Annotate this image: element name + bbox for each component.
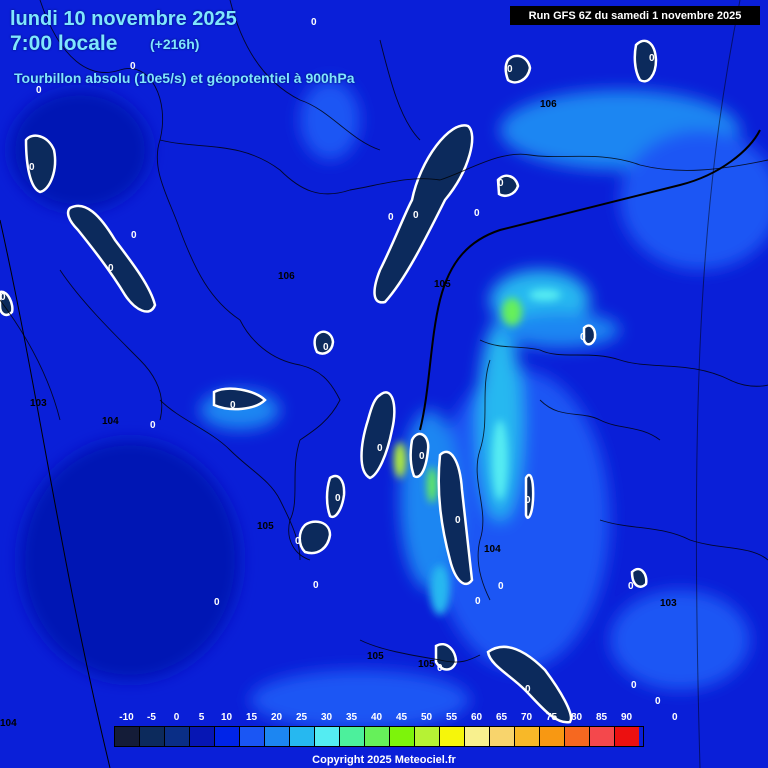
geopotential-label: 105 [367,651,384,662]
model-run-label: Run GFS 6Z du samedi 1 novembre 2025 [510,6,760,25]
geopotential-label: 104 [102,416,119,427]
color-legend: -10 -5 0 5 10 15 20 25 30 35 40 45 50 55 60 65 70 75 80 85 9… [114,712,644,747]
contour-label: 0 [474,208,480,219]
legend-swatch [265,727,290,746]
contour-label: 0 [413,210,419,221]
contour-label: 0 [323,342,329,353]
contour-label: 0 [525,495,531,506]
contour-label: 0 [311,17,317,28]
legend-swatch [115,727,140,746]
geopotential-label: 105 [257,521,274,532]
geopotential-label: 104 [0,718,17,729]
legend-color-bar [114,726,644,747]
contour-label: 0 [475,596,481,607]
forecast-date: lundi 10 novembre 2025 [10,8,237,30]
geopotential-label: 103 [30,398,47,409]
contour-label: 0 [498,581,504,592]
legend-swatch [390,727,415,746]
geopotential-label: 106 [278,271,295,282]
legend-label: 85 [595,712,608,723]
contour-label: 0 [388,212,394,223]
copyright-text: Copyright 2025 Meteociel.fr [312,754,456,766]
legend-label: 75 [545,712,558,723]
contour-label: 0 [0,292,6,303]
weather-map-panel: 106 106 105 103 104 105 104 103 105 105 … [0,0,768,768]
legend-swatch [615,727,639,746]
contour-label: 0 [29,162,35,173]
parameter-title: Tourbillon absolu (10e5/s) et géopotenti… [14,70,355,86]
legend-swatch [465,727,490,746]
contour-label: 0 [525,684,531,695]
legend-label: 30 [320,712,333,723]
legend-label: 20 [270,712,283,723]
legend-swatch [315,727,340,746]
legend-swatch [240,727,265,746]
forecast-time: 7:00 locale [10,32,118,55]
contour-label: 0 [498,178,504,189]
legend-label: 90 [620,712,633,723]
contour-label: 0 [313,580,319,591]
legend-label: 55 [445,712,458,723]
legend-label: 70 [520,712,533,723]
legend-label: -10 [119,712,134,723]
contour-label: 0 [377,443,383,454]
legend-label: 15 [245,712,258,723]
legend-swatch [590,727,615,746]
contour-label: 0 [214,597,220,608]
legend-swatch [565,727,590,746]
geopotential-label: 106 [540,99,557,110]
geopotential-label: 103 [660,598,677,609]
contour-label: 0 [507,64,513,75]
contour-label: 0 [230,400,236,411]
contour-label: 0 [455,515,461,526]
geopotential-label: 104 [484,544,501,555]
legend-swatch [415,727,440,746]
contour-label: 0 [655,696,661,707]
legend-label: 40 [370,712,383,723]
legend-swatch [515,727,540,746]
legend-label: 80 [570,712,583,723]
contour-label: 0 [672,712,678,723]
legend-label: 65 [495,712,508,723]
legend-swatch [365,727,390,746]
legend-swatch [215,727,240,746]
contour-label: 0 [649,53,655,64]
geopotential-label: 105 [418,659,435,670]
legend-label: 25 [295,712,308,723]
legend-swatch [290,727,315,746]
legend-swatch [540,727,565,746]
contour-label: 0 [628,581,634,592]
legend-label: 45 [395,712,408,723]
contour-label: 0 [131,230,137,241]
legend-label: 35 [345,712,358,723]
legend-label: 0 [173,712,180,723]
forecast-offset: (+216h) [150,36,200,52]
contour-label: 0 [335,493,341,504]
legend-swatch [340,727,365,746]
contour-label: 0 [150,420,156,431]
contour-label: 0 [631,680,637,691]
legend-swatch [440,727,465,746]
legend-labels: -10 -5 0 5 10 15 20 25 30 35 40 45 50 55 60 65 70 75 80 85 9… [114,712,644,726]
contour-label: 0 [419,451,425,462]
contour-label: 0 [36,85,42,96]
legend-label: 50 [420,712,433,723]
legend-swatch [490,727,515,746]
contour-label: 0 [295,536,301,547]
contour-label: 0 [437,663,443,674]
legend-label: 60 [470,712,483,723]
legend-label: 10 [220,712,233,723]
legend-label: -5 [147,712,156,723]
vorticity-map: 106 106 105 103 104 105 104 103 105 105 … [0,0,768,768]
contour-label: 0 [108,263,114,274]
legend-swatch [190,727,215,746]
legend-swatch [140,727,165,746]
legend-label: 5 [198,712,205,723]
legend-swatch [165,727,190,746]
contour-label: 0 [580,332,586,343]
geopotential-label: 105 [434,279,451,290]
